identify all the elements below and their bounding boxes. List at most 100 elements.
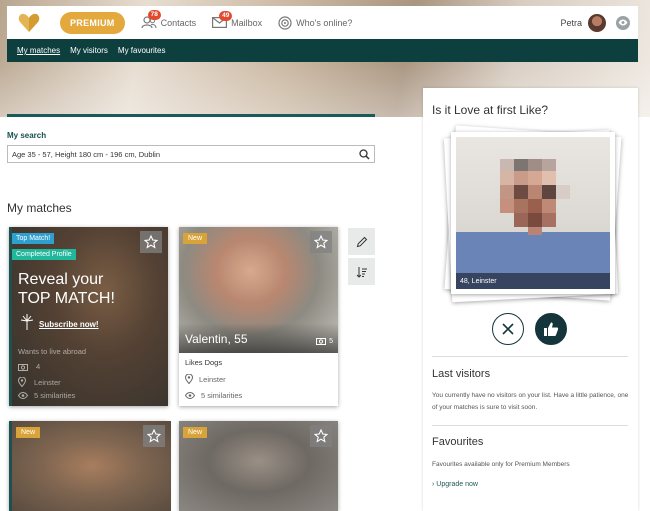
chevron-right-icon: ›: [432, 481, 435, 488]
reveal-headline: Reveal your TOP MATCH!: [18, 270, 115, 308]
similarities-row: 5 similarities: [18, 391, 75, 400]
location-pin-icon: [18, 377, 26, 387]
pixel-block: [514, 185, 528, 199]
pixel-block: [500, 171, 514, 185]
valentin-blurred-photo: New Valentin, 55 5: [179, 227, 338, 353]
pixel-block: [556, 185, 570, 199]
subscribe-now-link[interactable]: Subscribe now!: [39, 320, 99, 329]
dislike-button[interactable]: [492, 313, 524, 345]
location-row: Leinster: [18, 377, 61, 387]
pixel-block: [528, 185, 542, 199]
pixel-block: [528, 199, 542, 213]
tab-my-matches[interactable]: My matches: [17, 46, 60, 55]
photo-caption: 48, Leinster: [456, 273, 610, 289]
pixelated-profile-photo: 48, Leinster: [456, 137, 610, 289]
fireworks-icon: [20, 314, 34, 330]
new-tag: New: [16, 427, 41, 438]
last-visitors-text: You currently have no visitors on your l…: [432, 392, 629, 411]
top-navigation-bar: PREMIUM 78 Contacts 49 Mailbox Who's onl…: [7, 6, 638, 39]
eye-icon: [185, 392, 195, 399]
pixel-block: [500, 185, 514, 199]
section-title-my-matches: My matches: [7, 201, 72, 215]
favourite-star-button[interactable]: [140, 231, 162, 253]
pixel-block: [542, 213, 556, 227]
location-row: Leinster: [185, 374, 332, 384]
photo-count: 5: [329, 337, 333, 345]
divider: [432, 425, 628, 426]
blurred-photo: New: [179, 421, 338, 511]
pixel-block: [514, 199, 528, 213]
premium-button[interactable]: PREMIUM: [60, 11, 125, 34]
search-icon[interactable]: [359, 149, 370, 160]
match-card[interactable]: New: [179, 421, 338, 511]
visibility-eye-icon[interactable]: [616, 15, 630, 30]
pixel-block: [514, 171, 528, 185]
interest-text: Likes Dogs: [185, 358, 223, 367]
online-icon: [278, 15, 292, 30]
match-card[interactable]: New: [9, 421, 171, 511]
top-match-tag: Top Match!: [12, 233, 55, 244]
new-tag: New: [183, 427, 208, 438]
pencil-icon: [356, 236, 367, 247]
similarities-row: 5 similarities: [185, 391, 332, 400]
favourite-star-button[interactable]: [310, 231, 332, 253]
search-label: My search: [7, 131, 47, 140]
camera-icon: [18, 363, 28, 371]
star-icon: [314, 235, 328, 249]
pixel-block: [542, 159, 556, 171]
search-value: Age 35 - 57, Height 180 cm - 196 cm, Dub…: [12, 149, 160, 159]
edit-search-button[interactable]: [348, 228, 375, 255]
nav-contacts-label: Contacts: [160, 17, 197, 28]
photo-count-row: 4: [18, 362, 40, 371]
divider: [432, 356, 628, 357]
top-match-card[interactable]: Top Match! Completed Profile Reveal your…: [9, 227, 168, 406]
sort-icon: [356, 266, 367, 278]
blurred-photo: New: [12, 421, 171, 511]
pixel-block: [528, 227, 542, 235]
nav-contacts[interactable]: 78 Contacts: [141, 10, 197, 29]
user-name: Petra: [560, 17, 582, 28]
stacked-photo-front: 48, Leinster: [451, 132, 615, 294]
favourite-star-button[interactable]: [310, 425, 332, 447]
favourite-star-button[interactable]: [143, 425, 165, 447]
sort-button[interactable]: [348, 258, 375, 285]
match-card-valentin[interactable]: New Valentin, 55 5 Likes Dogs Leinster 5…: [179, 227, 338, 406]
pixel-block: [528, 159, 542, 171]
teal-divider: [7, 114, 375, 117]
tab-my-favourites[interactable]: My favourites: [118, 46, 166, 55]
completed-profile-tag: Completed Profile: [12, 249, 76, 260]
nav-mailbox[interactable]: 49 Mailbox: [212, 11, 262, 28]
nav-whos-online-label: Who's online?: [296, 17, 353, 28]
heart-logo-icon[interactable]: [17, 12, 41, 34]
reveal-line-1: Reveal your: [18, 271, 104, 288]
favourites-text: Favourites available only for Premium Me…: [432, 461, 570, 468]
new-tag: New: [183, 233, 208, 244]
pixel-block: [542, 199, 556, 213]
nav-whos-online[interactable]: Who's online?: [278, 15, 353, 30]
star-icon: [314, 429, 328, 443]
tab-my-visitors[interactable]: My visitors: [70, 46, 108, 55]
location-text: Leinster: [199, 374, 226, 384]
match-card-body: Likes Dogs Leinster 5 similarities: [179, 353, 338, 405]
like-button[interactable]: [535, 313, 567, 345]
pixel-block: [542, 185, 556, 199]
pixel-block: [514, 213, 528, 227]
upgrade-now-link[interactable]: › Upgrade now: [432, 481, 478, 488]
last-visitors-title: Last visitors: [432, 368, 491, 380]
search-input[interactable]: Age 35 - 57, Height 180 cm - 196 cm, Dub…: [7, 145, 375, 163]
pixel-block: [500, 159, 514, 171]
eye-icon: [18, 392, 28, 399]
contacts-badge: 78: [147, 10, 161, 20]
reveal-line-2: TOP MATCH!: [18, 290, 115, 307]
photo-stack[interactable]: 48, Leinster: [443, 125, 622, 303]
pixel-block: [528, 213, 542, 227]
avatar[interactable]: [588, 13, 606, 32]
sub-navigation: My matches My visitors My favourites: [7, 39, 638, 62]
star-icon: [147, 429, 161, 443]
user-menu[interactable]: Petra: [560, 13, 606, 32]
pixel-block: [528, 171, 542, 185]
pixel-block: [500, 199, 514, 213]
photo-count: 4: [36, 362, 41, 371]
similarities-text: 5 similarities: [34, 391, 76, 400]
pixel-block: [514, 159, 528, 171]
